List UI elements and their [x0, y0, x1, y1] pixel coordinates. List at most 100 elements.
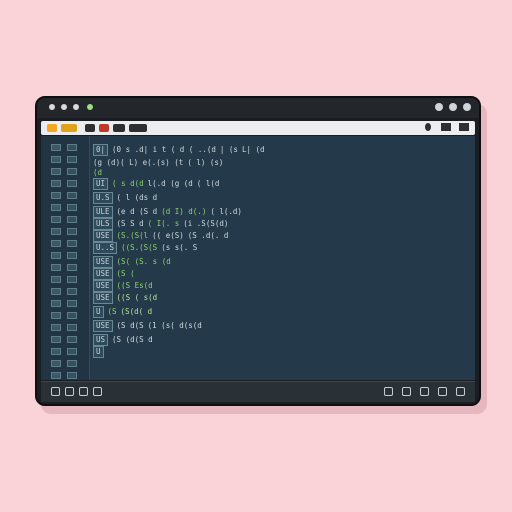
code-token: (i .S(S(d) [183, 219, 229, 228]
code-line[interactable]: USE (S.(S(l(( e(S) (S .d(. d [93, 230, 232, 242]
code-token: (S [107, 307, 117, 316]
code-token: (S (d(S d [112, 335, 153, 344]
gutter-marker [51, 288, 81, 295]
title-bar [37, 98, 479, 118]
debug-icon[interactable] [79, 387, 88, 396]
tab-2[interactable] [61, 124, 77, 132]
tab-5[interactable] [113, 124, 125, 132]
code-token: (S(d( d [120, 307, 153, 316]
minimize-icon[interactable] [435, 103, 443, 111]
status-dot [87, 104, 93, 110]
search-icon[interactable] [402, 387, 411, 396]
editor-area[interactable]: 0| (0 s .d| i t ( d ( ..(d | (s L| (d (g (d)… [41, 136, 475, 380]
code-line[interactable]: USE ((S Es(d [93, 280, 157, 292]
code-line[interactable]: (g (d)( L) e(.(s) (t( l) (s) [93, 158, 227, 168]
gutter-marker [51, 144, 81, 151]
gutter-marker [51, 336, 81, 343]
code-token: ((S Es(d [116, 281, 153, 290]
close-dot[interactable] [49, 104, 55, 110]
gutter-marker [51, 264, 81, 271]
gutter-marker [51, 192, 81, 199]
code-line[interactable]: ULS (S S d( I(. s (i .S(S(d) [93, 218, 232, 230]
code-line[interactable]: U [93, 346, 108, 358]
code-line[interactable]: USE (S( (S. s (d [93, 256, 175, 268]
code-token: ((S ( s(d [116, 293, 158, 302]
tab-6[interactable] [129, 124, 147, 132]
menu-icon[interactable] [441, 123, 451, 131]
tab-4[interactable] [99, 124, 109, 132]
gutter-marker [51, 180, 81, 187]
code-line[interactable]: UI( s d(d l(.d (g (d( l(d [93, 178, 223, 190]
code-token: 0| [93, 144, 109, 156]
code-line[interactable]: USE ((S ( s(d [93, 292, 161, 304]
code-line[interactable]: (d [93, 168, 106, 178]
extensions-icon[interactable] [420, 387, 429, 396]
code-token: (s s(. S [161, 243, 198, 252]
code-token: ( I(. s [147, 219, 180, 228]
minimize-dot[interactable] [61, 104, 67, 110]
split-icon[interactable] [65, 387, 74, 396]
gutter-marker [51, 228, 81, 235]
settings-icon[interactable] [425, 123, 431, 131]
code-line[interactable]: USE (S ( [93, 268, 139, 280]
code-token: (S.(S(l [116, 231, 149, 240]
tab-1[interactable] [47, 124, 57, 132]
code-token: (S( (S. s (d [116, 257, 171, 266]
terminal-icon[interactable] [51, 387, 60, 396]
info-icon[interactable] [384, 387, 393, 396]
code-token: ( l(d [196, 179, 220, 188]
code-token: ( l(.d) [210, 207, 242, 216]
code-line[interactable]: U.S( l (ds d [93, 192, 161, 204]
code-token: (g (d)( L) e(.(s) (t [93, 158, 184, 167]
code-token: ( s d(d [112, 179, 144, 188]
code-token: USE [93, 230, 113, 242]
code-token: L| (d [241, 145, 265, 154]
code-line[interactable]: U..S ((S.(S(S (s s(. S [93, 242, 201, 254]
gutter-marker [51, 252, 81, 259]
code-token: (S S d [116, 219, 144, 228]
maximize-icon[interactable] [449, 103, 457, 111]
code-token: l(.d (g (d [147, 179, 193, 188]
gutter-marker [51, 372, 81, 379]
code-token: (( e(S) [152, 231, 184, 240]
line-gutter [41, 136, 90, 380]
code-token: (S ( [116, 269, 135, 278]
code-line[interactable]: USE (S d(S (1 (s( d(s(d [93, 320, 206, 332]
gutter-marker [51, 276, 81, 283]
code-line[interactable]: ULE (e d (S d (d I) d(.)( l(.d) [93, 206, 246, 218]
tab-3[interactable] [85, 124, 95, 132]
code-token: (S d(S [116, 321, 144, 330]
code-token: ( l (ds d [116, 193, 158, 202]
code-line[interactable]: 0| (0 s .d| i t ( d ( ..(d | (s L| (d [93, 144, 269, 156]
close-icon[interactable] [463, 103, 471, 111]
gutter-marker [51, 348, 81, 355]
gutter-marker [51, 300, 81, 307]
gutter-marker [51, 156, 81, 163]
code-token: | (s [219, 145, 238, 154]
code-token: (0 s .d| i t ( d ( ..(d [112, 145, 216, 154]
code-token: (d I) d(.) [161, 207, 207, 216]
gutter-marker [51, 204, 81, 211]
code-token: USE [93, 256, 113, 268]
code-token: USE [93, 292, 113, 304]
gutter-marker [51, 324, 81, 331]
code-token: ((S.(S(S [121, 243, 158, 252]
code-token: US [93, 334, 109, 346]
grid-icon[interactable] [456, 387, 465, 396]
gutter-marker [51, 360, 81, 367]
gutter-marker [51, 240, 81, 247]
play-icon[interactable] [93, 387, 102, 396]
layout-icon[interactable] [438, 387, 447, 396]
code-line[interactable]: US (S (d(S d [93, 334, 157, 346]
code-token: U..S [93, 242, 118, 254]
code-token: USE [93, 320, 113, 332]
gutter-marker [51, 216, 81, 223]
toolbar [41, 121, 475, 135]
more-icon[interactable] [459, 123, 469, 131]
code-token: U.S [93, 192, 113, 204]
maximize-dot[interactable] [73, 104, 79, 110]
code-token: (d [93, 168, 103, 177]
code-line[interactable]: U (S (S(d( d [93, 306, 156, 318]
status-bar [41, 381, 475, 402]
gutter-marker [51, 168, 81, 175]
